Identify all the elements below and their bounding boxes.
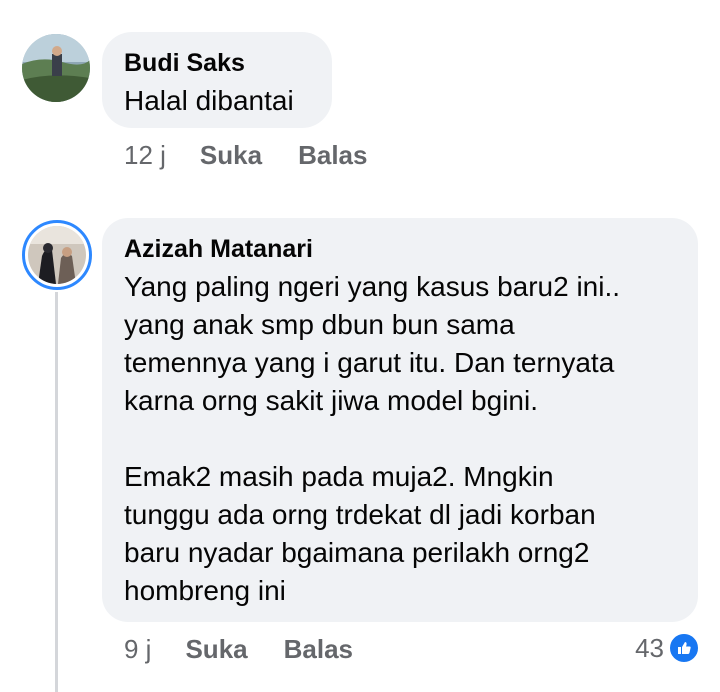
comment-actions: 12 j Suka Balas <box>124 140 403 171</box>
comment-author[interactable]: Azizah Matanari <box>124 234 676 264</box>
reply-button[interactable]: Balas <box>298 140 367 171</box>
comment-bubble: Budi Saks Halal dibantai <box>102 32 332 128</box>
like-button[interactable]: Suka <box>200 140 262 171</box>
comment-text: Yang paling ngeri yang kasus baru2 ini..… <box>124 271 621 606</box>
comment-author[interactable]: Budi Saks <box>124 48 310 78</box>
reaction-summary[interactable]: 43 <box>635 632 700 664</box>
comment-bubble: Azizah Matanari Yang paling ngeri yang k… <box>102 218 698 622</box>
comment-actions: 9 j Suka Balas <box>124 634 389 665</box>
reply-button[interactable]: Balas <box>284 634 353 665</box>
avatar-budi-saks[interactable] <box>22 34 90 102</box>
like-button[interactable]: Suka <box>185 634 247 665</box>
thread-line <box>55 292 58 692</box>
avatar-azizah-matanari[interactable] <box>28 226 86 284</box>
comment-text: Halal dibantai <box>124 85 294 116</box>
like-icon <box>668 632 700 664</box>
comment-timestamp[interactable]: 9 j <box>124 634 151 665</box>
comment-timestamp[interactable]: 12 j <box>124 140 166 171</box>
reaction-count: 43 <box>635 632 664 663</box>
